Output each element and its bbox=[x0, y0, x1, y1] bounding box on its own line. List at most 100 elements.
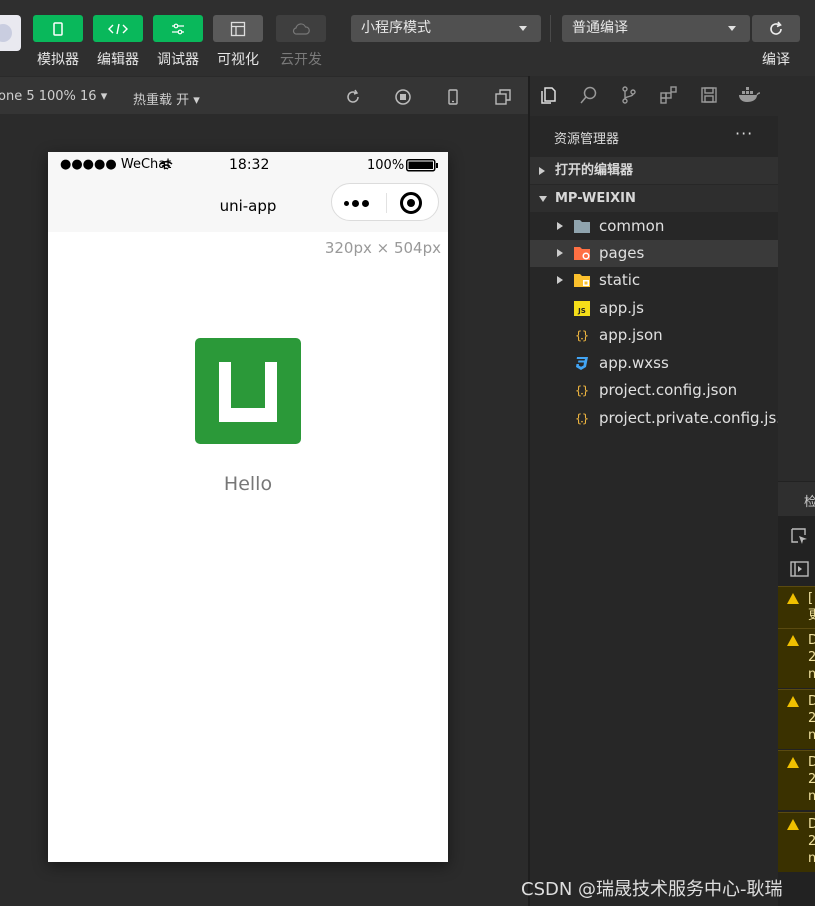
mode-select[interactable]: 小程序模式 bbox=[351, 15, 541, 42]
debugger-label: 调试器 bbox=[157, 52, 199, 68]
rotate-icon[interactable] bbox=[344, 88, 362, 106]
warning-icon bbox=[787, 757, 799, 768]
warning-text: D bbox=[808, 817, 815, 832]
more-actions-icon[interactable]: ··· bbox=[735, 124, 753, 143]
static-folder-icon bbox=[574, 274, 590, 287]
hello-text: Hello bbox=[223, 473, 273, 495]
hot-reload-toggle[interactable]: 热重载 开 ▾ bbox=[133, 89, 200, 108]
svg-text:{}: {} bbox=[575, 412, 589, 426]
viewport-dimensions: 320px × 504px bbox=[324, 239, 441, 257]
chevron-right-icon bbox=[557, 276, 563, 284]
warning-text: n bbox=[808, 789, 815, 804]
chevron-down-icon bbox=[539, 196, 547, 202]
tree-item-static[interactable]: static bbox=[530, 267, 778, 294]
cloud-label: 云开发 bbox=[280, 52, 322, 68]
project-label: MP-WEIXIN bbox=[555, 191, 636, 206]
warning-text: n bbox=[808, 728, 815, 743]
warning-text: 更 bbox=[808, 608, 815, 623]
project-section[interactable]: MP-WEIXIN bbox=[530, 185, 778, 212]
warning-text: 2 bbox=[808, 711, 815, 726]
svg-text:JS: JS bbox=[577, 307, 586, 315]
warning-text: D bbox=[808, 633, 815, 648]
tree-item-app-wxss[interactable]: app.wxss bbox=[530, 350, 778, 377]
user-avatar[interactable] bbox=[0, 15, 21, 51]
tree-item-project-config[interactable]: {} project.config.json bbox=[530, 377, 778, 404]
visualize-label: 可视化 bbox=[217, 52, 259, 68]
capsule-divider bbox=[386, 193, 387, 213]
tree-item-label: static bbox=[599, 271, 641, 289]
extensions-icon[interactable] bbox=[659, 85, 679, 105]
warning-icon bbox=[787, 819, 799, 830]
watermark: CSDN @瑞晟技术服务中心-耿瑞 bbox=[521, 879, 783, 900]
wifi-icon bbox=[159, 160, 173, 170]
code-icon bbox=[108, 23, 128, 34]
status-time: 18:32 bbox=[229, 157, 270, 173]
source-control-icon[interactable] bbox=[619, 85, 639, 105]
console-warning[interactable]: D 2 n bbox=[778, 750, 815, 810]
tree-item-common[interactable]: common bbox=[530, 213, 778, 240]
save-icon[interactable] bbox=[699, 85, 719, 105]
console-tab[interactable]: 检 bbox=[778, 482, 815, 516]
editor-button[interactable] bbox=[93, 15, 143, 42]
cloud-button[interactable] bbox=[276, 15, 326, 42]
console-warning[interactable]: D 2 n bbox=[778, 689, 815, 749]
toolbar-divider bbox=[550, 15, 551, 42]
console-sidebar-icon[interactable] bbox=[790, 560, 809, 578]
signal-carrier: ●●●●● WeChat bbox=[60, 157, 172, 172]
phone-status-bar: ●●●●● WeChat 18:32 100% bbox=[48, 152, 448, 180]
search-icon[interactable] bbox=[579, 85, 599, 105]
folder-icon bbox=[574, 220, 590, 233]
mode-select-value: 小程序模式 bbox=[361, 20, 431, 36]
console-warning[interactable]: D 2 n bbox=[778, 628, 815, 688]
compile-button[interactable] bbox=[752, 15, 800, 42]
warning-text: [ bbox=[808, 591, 814, 606]
warning-icon bbox=[787, 593, 799, 604]
tree-item-label: app.wxss bbox=[599, 354, 669, 372]
close-miniprogram-icon[interactable] bbox=[400, 192, 422, 214]
tree-item-label: common bbox=[599, 217, 665, 235]
warning-text: 2 bbox=[808, 834, 815, 849]
stop-icon[interactable] bbox=[394, 88, 412, 106]
chevron-right-icon bbox=[557, 222, 563, 230]
simulator-button[interactable] bbox=[33, 15, 83, 42]
console-warning[interactable]: D 2 n bbox=[778, 812, 815, 872]
editor-label: 编辑器 bbox=[97, 52, 139, 68]
layout-icon bbox=[230, 21, 246, 36]
tree-item-project-private-config[interactable]: {} project.private.config.js... bbox=[530, 405, 791, 432]
tree-item-label: pages bbox=[599, 244, 645, 262]
detach-window-icon[interactable] bbox=[494, 88, 512, 106]
warning-text: 2 bbox=[808, 650, 815, 665]
files-icon[interactable] bbox=[539, 85, 559, 105]
explorer-toolbar bbox=[530, 76, 778, 116]
inspect-element-icon[interactable] bbox=[790, 527, 809, 545]
warning-icon bbox=[787, 696, 799, 707]
tree-item-label: app.json bbox=[599, 326, 663, 344]
compile-label: 编译 bbox=[762, 52, 790, 68]
chevron-right-icon bbox=[557, 249, 563, 257]
docker-icon[interactable] bbox=[737, 85, 761, 105]
simulator-toolbar: one 5 100% 16 ▾ 热重载 开 ▾ bbox=[0, 76, 528, 114]
phone-icon bbox=[53, 21, 63, 36]
more-icon[interactable] bbox=[344, 200, 369, 207]
refresh-icon bbox=[770, 20, 782, 35]
tree-item-pages[interactable]: pages bbox=[530, 240, 778, 267]
debug-sliders-icon bbox=[172, 23, 184, 34]
pages-folder-icon bbox=[574, 247, 590, 260]
device-icon[interactable] bbox=[444, 88, 462, 106]
open-editors-section[interactable]: 打开的编辑器 bbox=[530, 157, 778, 184]
visualize-button[interactable] bbox=[213, 15, 263, 42]
tree-item-label: project.private.config.js... bbox=[599, 409, 791, 427]
chevron-down-icon bbox=[519, 26, 527, 31]
javascript-file-icon: JS bbox=[574, 301, 590, 316]
debugger-button[interactable] bbox=[153, 15, 203, 42]
simulator-label: 模拟器 bbox=[37, 52, 79, 68]
tree-item-app-json[interactable]: {} app.json bbox=[530, 322, 778, 349]
editor-area bbox=[778, 76, 815, 481]
compile-select[interactable]: 普通编译 bbox=[562, 15, 750, 42]
uni-app-logo bbox=[195, 338, 301, 444]
device-select[interactable]: one 5 100% 16 ▾ bbox=[0, 89, 107, 104]
tree-item-app-js[interactable]: JS app.js bbox=[530, 295, 778, 322]
battery-percent: 100% bbox=[367, 158, 405, 173]
cloud-icon bbox=[292, 22, 310, 35]
top-toolbar: 模拟器 编辑器 调试器 可视化 云开发 小程序模式 普通编译 编译 bbox=[0, 0, 815, 76]
